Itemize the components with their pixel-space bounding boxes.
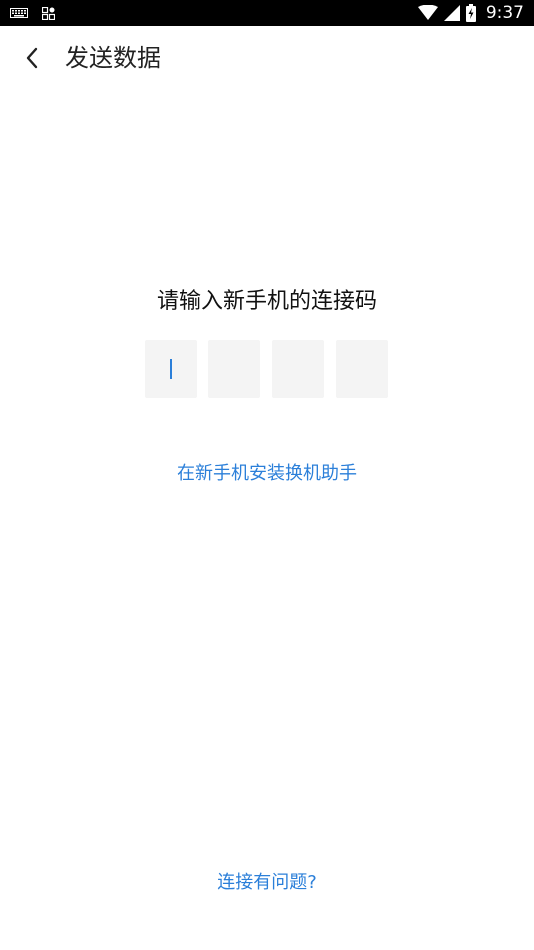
back-button[interactable] (14, 40, 50, 76)
battery-charging-icon (465, 4, 476, 22)
text-cursor (170, 359, 172, 379)
code-digit-2[interactable] (208, 340, 260, 398)
chevron-left-icon (26, 47, 38, 69)
connection-code-prompt: 请输入新手机的连接码 (156, 289, 377, 314)
status-time: 9:37 (485, 3, 524, 23)
screen: 9:37 发送数据 请输入新手机的连接码 在新手机安装换机助手 连接有问题? (0, 0, 534, 950)
page-title: 发送数据 (65, 44, 161, 72)
status-bar: 9:37 (0, 0, 534, 26)
install-on-new-phone-link[interactable]: 在新手机安装换机助手 (0, 460, 534, 488)
status-bar-left (10, 0, 55, 26)
connection-problem-link[interactable]: 连接有问题? (0, 869, 534, 897)
wifi-icon (417, 5, 438, 20)
status-bar-right: 9:37 (417, 0, 524, 26)
keyboard-icon (10, 8, 28, 18)
connection-code-input[interactable] (145, 340, 389, 398)
code-digit-3[interactable] (272, 340, 324, 398)
signal-icon (443, 5, 460, 21)
code-digit-1[interactable] (145, 340, 197, 398)
qr-icon (42, 6, 55, 20)
app-bar: 发送数据 (0, 26, 534, 88)
code-digit-4[interactable] (336, 340, 388, 398)
